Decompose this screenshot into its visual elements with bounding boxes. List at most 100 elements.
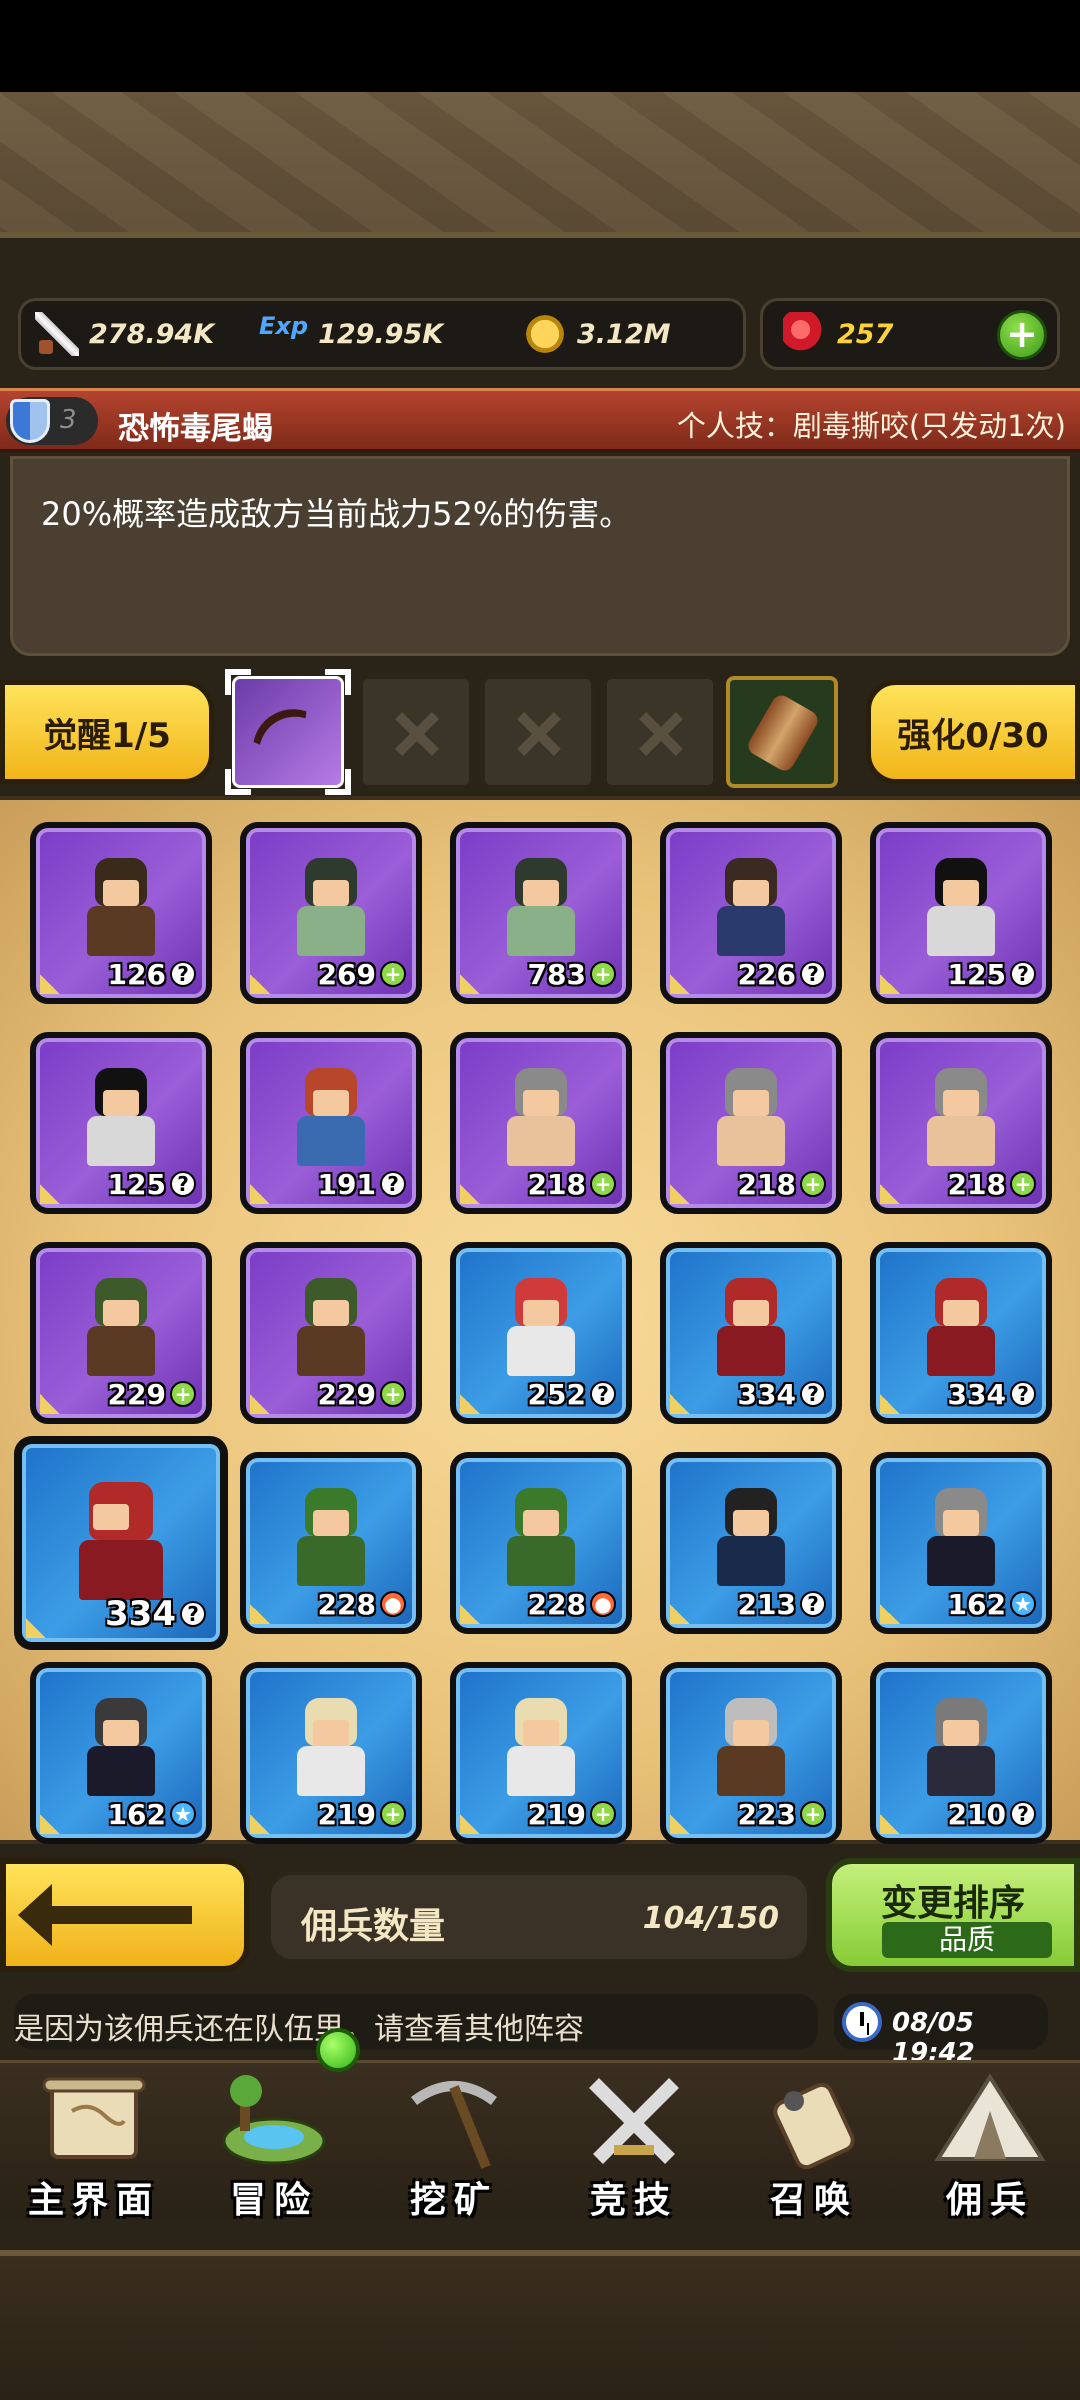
- hero-face: [733, 1300, 769, 1326]
- hero-portrait: [711, 1278, 791, 1378]
- hero-level-value: 162: [947, 1587, 1006, 1621]
- hero-card[interactable]: 229 +: [30, 1242, 212, 1424]
- back-button[interactable]: [0, 1858, 250, 1972]
- hero-portrait: [711, 1068, 791, 1168]
- locked-slot-3[interactable]: [604, 676, 716, 788]
- hero-level-value: 191: [317, 1167, 376, 1201]
- hero-level: 269 +: [318, 958, 406, 991]
- hero-face: [103, 1300, 139, 1326]
- nav-adventure[interactable]: 冒险: [184, 2063, 364, 2221]
- hero-status-badge: +: [1010, 1171, 1036, 1197]
- hero-status-badge: ●: [380, 1591, 406, 1617]
- hero-card[interactable]: 218 +: [660, 1032, 842, 1214]
- hero-card[interactable]: 223 +: [660, 1662, 842, 1844]
- hero-card[interactable]: 218 +: [450, 1032, 632, 1214]
- card-corner: [880, 974, 900, 994]
- hero-card[interactable]: 125?: [30, 1032, 212, 1214]
- summon-scroll-icon: [773, 2082, 855, 2170]
- hero-level: 219 +: [528, 1798, 616, 1831]
- hero-card[interactable]: 162 ★: [870, 1452, 1052, 1634]
- card-corner: [250, 1814, 270, 1834]
- hero-card[interactable]: 125?: [870, 822, 1052, 1004]
- hero-body: [927, 1746, 995, 1796]
- corner-bracket: [225, 669, 251, 695]
- hero-card-selected[interactable]: 334?: [14, 1436, 228, 1650]
- hero-face: [523, 880, 559, 906]
- locked-slot-2[interactable]: [482, 676, 594, 788]
- hero-body: [717, 1746, 785, 1796]
- hero-portrait: [921, 858, 1001, 958]
- hero-card[interactable]: 334?: [870, 1242, 1052, 1424]
- hero-level: 125?: [108, 1168, 196, 1201]
- hero-status-badge: ?: [1010, 961, 1036, 987]
- hero-card[interactable]: 334?: [660, 1242, 842, 1424]
- hero-portrait: [711, 1488, 791, 1588]
- nav-mercenary[interactable]: 佣兵: [900, 2063, 1080, 2221]
- enhance-button[interactable]: 强化0/30: [866, 680, 1080, 784]
- hero-card[interactable]: 229 +: [240, 1242, 422, 1424]
- hero-portrait: [921, 1488, 1001, 1588]
- hero-level-value: 334: [737, 1377, 796, 1411]
- hero-body: [79, 1540, 163, 1600]
- hero-card[interactable]: 126?: [30, 822, 212, 1004]
- hero-card[interactable]: 228 ●: [240, 1452, 422, 1634]
- hero-card[interactable]: 219 +: [240, 1662, 422, 1844]
- hero-body: [87, 1326, 155, 1376]
- hero-face: [523, 1720, 559, 1746]
- hero-portrait: [291, 1488, 371, 1588]
- hero-card[interactable]: 228 ●: [450, 1452, 632, 1634]
- card-corner: [880, 1604, 900, 1624]
- card-corner: [460, 1394, 480, 1414]
- nav-summon[interactable]: 召唤: [724, 2063, 904, 2221]
- hero-card[interactable]: 162 ★: [30, 1662, 212, 1844]
- bottom-nav: 主界面 冒险 挖矿 竞技 召唤 佣兵: [0, 2060, 1080, 2221]
- hero-level: 226?: [738, 958, 826, 991]
- hero-body: [87, 1116, 155, 1166]
- hero-card[interactable]: 191?: [240, 1032, 422, 1214]
- hero-portrait: [81, 1278, 161, 1378]
- hero-face: [523, 1300, 559, 1326]
- awaken-button[interactable]: 觉醒1/5: [0, 680, 214, 784]
- sort-title: 变更排序: [880, 1883, 1025, 1924]
- weapon-slot[interactable]: [225, 669, 351, 795]
- hero-level-value: 218: [737, 1167, 796, 1201]
- hero-level: 162 ★: [108, 1798, 196, 1831]
- hero-face: [313, 1510, 349, 1536]
- clock-icon: [842, 2002, 882, 2042]
- crossed-swords-icon: [589, 2078, 679, 2164]
- hero-card[interactable]: 218 +: [870, 1032, 1052, 1214]
- scroll-slot[interactable]: [726, 676, 838, 788]
- mercenary-count-box: 佣兵数量 104/150: [268, 1872, 810, 1962]
- hero-body: [717, 1326, 785, 1376]
- hero-level-value: 229: [317, 1377, 376, 1411]
- nav-arena[interactable]: 竞技: [544, 2063, 724, 2221]
- hero-level: 334?: [105, 1594, 206, 1634]
- nav-mining[interactable]: 挖矿: [364, 2063, 544, 2221]
- pickaxe-icon: [411, 2081, 497, 2169]
- nav-summon-label: 召唤: [769, 2180, 858, 2221]
- card-corner: [460, 1814, 480, 1834]
- level-shield: 3: [6, 397, 98, 445]
- hero-face: [313, 1720, 349, 1746]
- hero-face: [103, 1720, 139, 1746]
- hero-card[interactable]: 219 +: [450, 1662, 632, 1844]
- sort-button[interactable]: 变更排序 品质: [826, 1858, 1080, 1972]
- hero-card[interactable]: 213?: [660, 1452, 842, 1634]
- card-corner: [250, 974, 270, 994]
- hero-portrait: [71, 1482, 171, 1602]
- hero-card[interactable]: 210?: [870, 1662, 1052, 1844]
- add-gems-button[interactable]: +: [997, 310, 1047, 360]
- nav-adventure-label: 冒险: [229, 2180, 318, 2221]
- hero-body: [717, 1536, 785, 1586]
- hero-card[interactable]: 269 +: [240, 822, 422, 1004]
- hero-card[interactable]: 252?: [450, 1242, 632, 1424]
- hero-status-badge: ★: [170, 1801, 196, 1827]
- hero-card[interactable]: 783 +: [450, 822, 632, 1004]
- hero-card[interactable]: 226?: [660, 822, 842, 1004]
- hero-status-badge: +: [380, 1381, 406, 1407]
- nav-main[interactable]: 主界面: [4, 2063, 184, 2221]
- locked-slot-1[interactable]: [360, 676, 472, 788]
- hero-status-badge: ?: [180, 1601, 206, 1627]
- hero-face: [733, 1090, 769, 1116]
- shield-icon: [10, 399, 50, 443]
